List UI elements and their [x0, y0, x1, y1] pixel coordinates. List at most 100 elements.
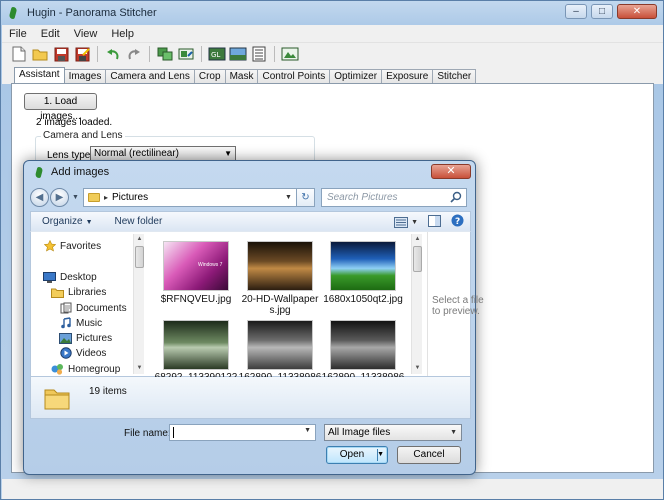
camera-lens-group-title: Camera and Lens	[41, 130, 125, 141]
window-title: Hugin - Panorama Stitcher	[27, 7, 157, 19]
help-button[interactable]: ?	[451, 214, 464, 230]
back-button[interactable]: ◀	[30, 187, 49, 207]
nav-item-libraries[interactable]: Libraries	[51, 286, 106, 298]
nav-label-documents: Documents	[76, 302, 127, 314]
tab-stitcher[interactable]: Stitcher	[432, 69, 477, 84]
file-thumbnail[interactable]	[330, 241, 396, 291]
dialog-title: Add images	[51, 166, 110, 178]
file-name-label[interactable]: 1680x1050qt2.jpg	[315, 294, 411, 305]
scroll-down-icon[interactable]: ▼	[135, 364, 144, 373]
tab-optimizer[interactable]: Optimizer	[329, 69, 383, 84]
preview-icon[interactable]: GL	[208, 45, 226, 63]
toolbar-separator	[97, 46, 98, 62]
fast-preview-icon[interactable]	[229, 45, 247, 63]
new-folder-button[interactable]: New folder	[104, 216, 174, 227]
thumb-caption: Windows 7	[198, 262, 223, 268]
preview-pane-icon	[428, 214, 441, 227]
libraries-icon	[51, 286, 64, 298]
cancel-button[interactable]: Cancel	[397, 446, 461, 464]
search-input[interactable]: Search Pictures	[320, 187, 467, 209]
stitch-icon[interactable]	[281, 45, 299, 63]
nav-item-videos[interactable]: Videos	[59, 347, 106, 359]
chevron-down-icon: ▼	[224, 149, 232, 158]
open-project-icon[interactable]	[31, 45, 49, 63]
undo-icon[interactable]	[104, 45, 122, 63]
items-count: 19 items	[89, 386, 127, 397]
preview-pane-button[interactable]	[428, 214, 441, 230]
nav-item-pictures[interactable]: Pictures	[59, 332, 112, 344]
control-points-icon[interactable]	[156, 45, 174, 63]
scroll-thumb[interactable]	[135, 246, 144, 268]
scroll-up-icon[interactable]: ▲	[413, 235, 422, 244]
file-thumbnail[interactable]	[330, 320, 396, 370]
dialog-close-button[interactable]: ✕	[431, 164, 471, 179]
nav-item-music[interactable]: Music	[59, 317, 102, 329]
help-icon: ?	[451, 214, 464, 227]
nav-pane-scrollbar[interactable]: ▲ ▼	[133, 234, 144, 374]
file-thumbnail[interactable]	[247, 241, 313, 291]
maximize-button[interactable]: □	[591, 4, 613, 19]
recent-locations-icon[interactable]: ▼	[72, 194, 79, 201]
hugin-app-icon	[8, 7, 20, 19]
chevron-down-icon[interactable]: ▼	[304, 427, 311, 434]
chevron-down-icon: ▼	[450, 429, 457, 436]
file-list-scrollbar[interactable]: ▲ ▼	[411, 234, 422, 374]
menu-help[interactable]: Help	[104, 28, 141, 40]
save-icon[interactable]	[52, 45, 70, 63]
menu-bar: File Edit View Help	[2, 25, 663, 43]
file-name-label: File name:	[124, 428, 171, 439]
file-type-select[interactable]: All Image files ▼	[324, 424, 462, 441]
nav-item-documents[interactable]: Documents	[59, 302, 127, 314]
organize-label: Organize	[42, 216, 83, 227]
tab-exposure[interactable]: Exposure	[381, 69, 434, 84]
nav-item-desktop[interactable]: Desktop	[43, 271, 97, 283]
load-images-button[interactable]: 1. Load images...	[24, 93, 97, 122]
forward-button[interactable]: ▶	[50, 187, 69, 207]
svg-text:?: ?	[455, 217, 460, 227]
file-name-label[interactable]: $RFNQVEU.jpg	[148, 294, 244, 305]
file-name-label[interactable]: 20-HD-Wallpaper s.jpg	[232, 294, 328, 316]
tab-crop[interactable]: Crop	[193, 69, 226, 84]
scroll-up-icon[interactable]: ▲	[135, 235, 144, 244]
layout-icon[interactable]	[250, 45, 268, 63]
nav-item-homegroup[interactable]: Homegroup	[51, 363, 120, 375]
menu-file[interactable]: File	[2, 28, 34, 40]
minimize-button[interactable]: –	[565, 4, 587, 19]
pictures-icon	[59, 332, 72, 344]
status-bar	[2, 479, 663, 499]
nav-item-favorites[interactable]: Favorites	[43, 240, 101, 252]
refresh-button[interactable]: ↻	[296, 187, 315, 207]
file-name-field[interactable]: ▼	[169, 424, 316, 441]
file-thumbnail[interactable]	[163, 320, 229, 370]
chevron-down-icon[interactable]: ▼	[377, 447, 384, 463]
scroll-thumb[interactable]	[413, 246, 422, 272]
nav-label-favorites: Favorites	[60, 240, 102, 252]
images-loaded-text: 2 images loaded.	[36, 117, 113, 128]
organize-button[interactable]: Organize ▼	[31, 216, 104, 227]
change-view-button[interactable]: ▼	[394, 216, 418, 228]
breadcrumb-pictures[interactable]: Pictures	[112, 192, 148, 203]
close-button[interactable]: ✕	[617, 4, 657, 19]
preview-pane: Select a file to preview.	[427, 232, 484, 376]
menu-view[interactable]: View	[67, 28, 105, 40]
lens-type-select[interactable]: Normal (rectilinear) ▼	[90, 146, 236, 161]
menu-edit[interactable]: Edit	[34, 28, 67, 40]
save-as-icon[interactable]	[73, 45, 91, 63]
file-thumbnail[interactable]: Windows 7	[163, 241, 229, 291]
redo-icon[interactable]	[125, 45, 143, 63]
scroll-down-icon[interactable]: ▼	[413, 364, 422, 373]
file-thumbnail[interactable]	[247, 320, 313, 370]
address-row: ◀ ▶ ▼ ▸ Pictures ▼ ↻ Search Pictures	[30, 186, 471, 208]
address-bar[interactable]: ▸ Pictures ▼	[82, 187, 297, 207]
search-icon[interactable]	[450, 191, 462, 209]
optimize-icon[interactable]	[177, 45, 195, 63]
chevron-down-icon[interactable]: ▼	[285, 194, 292, 201]
tab-images[interactable]: Images	[63, 69, 107, 84]
open-button[interactable]: Open ▼	[326, 446, 388, 464]
new-project-icon[interactable]	[10, 45, 28, 63]
file-list: Windows 7 $RFNQVEU.jpg 20-HD-Wallpaper s…	[147, 232, 425, 383]
tab-control-points[interactable]: Control Points	[257, 69, 331, 84]
tab-camera-and-lens[interactable]: Camera and Lens	[105, 69, 195, 84]
tab-mask[interactable]: Mask	[224, 69, 259, 84]
nav-label-videos: Videos	[76, 347, 107, 359]
